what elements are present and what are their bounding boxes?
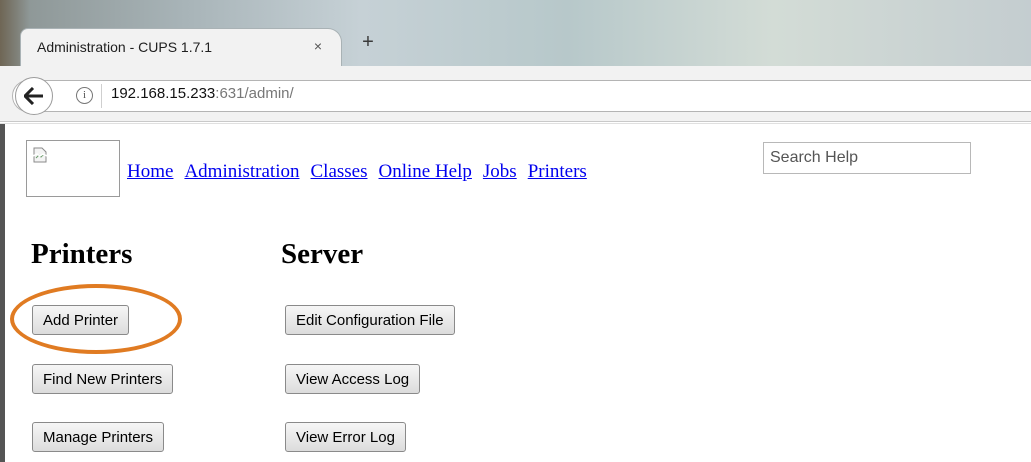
tab-title: Administration - CUPS 1.7.1 xyxy=(37,39,213,55)
nav-jobs-link[interactable]: Jobs xyxy=(483,161,517,182)
broken-image-icon xyxy=(33,147,47,163)
info-icon[interactable]: i xyxy=(76,87,93,104)
printers-heading: Printers xyxy=(31,238,133,270)
window-left-edge xyxy=(0,124,5,462)
view-access-log-button[interactable]: View Access Log xyxy=(285,364,421,394)
search-help-input[interactable] xyxy=(763,142,971,174)
nav-home-link[interactable]: Home xyxy=(127,161,173,182)
find-new-printers-button[interactable]: Find New Printers xyxy=(32,364,174,394)
back-button[interactable] xyxy=(15,77,53,115)
tab-close-icon[interactable]: × xyxy=(309,37,327,55)
content-divider xyxy=(0,123,1031,124)
url-path: :631/admin/ xyxy=(215,85,294,102)
edit-configuration-file-button[interactable]: Edit Configuration File xyxy=(285,305,455,335)
view-error-log-button[interactable]: View Error Log xyxy=(285,422,406,452)
back-arrow-icon xyxy=(24,87,43,105)
manage-printers-button[interactable]: Manage Printers xyxy=(32,422,165,452)
nav-classes-link[interactable]: Classes xyxy=(311,161,368,182)
nav-online-help-link[interactable]: Online Help xyxy=(379,161,472,182)
server-heading: Server xyxy=(281,238,364,270)
title-bar: Administration - CUPS 1.7.1 × + xyxy=(0,0,1031,70)
highlight-annotation-circle xyxy=(10,284,182,354)
nav-printers-link[interactable]: Printers xyxy=(528,161,587,182)
cups-logo[interactable] xyxy=(26,140,120,197)
navigation-bar: i 192.168.15.233:631/admin/ xyxy=(0,66,1031,122)
new-tab-icon[interactable]: + xyxy=(357,31,379,53)
url-host: 192.168.15.233 xyxy=(111,85,216,102)
url-separator xyxy=(101,84,102,108)
url-text[interactable]: 192.168.15.233:631/admin/ xyxy=(111,85,294,102)
nav-administration-link[interactable]: Administration xyxy=(184,161,299,182)
top-navigation: Home Administration Classes Online Help Jobs… xyxy=(127,161,598,183)
browser-tab[interactable]: Administration - CUPS 1.7.1 × xyxy=(20,28,342,66)
browser-window: Administration - CUPS 1.7.1 × + i 192.16… xyxy=(0,0,1031,462)
